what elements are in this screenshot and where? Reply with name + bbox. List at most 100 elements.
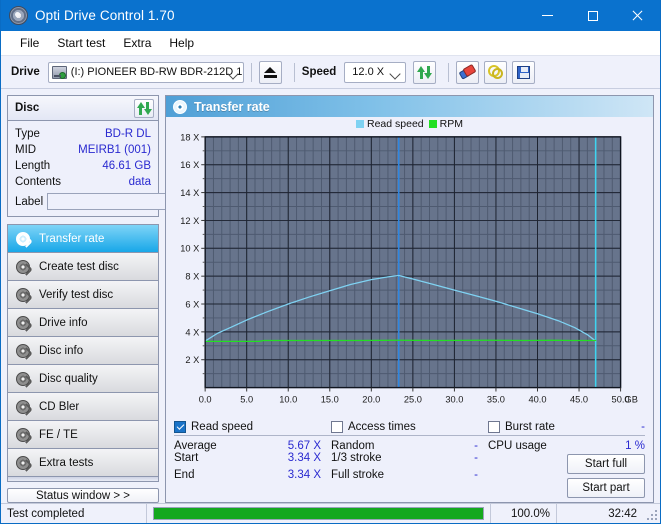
stat-average-value: 5.67 X [288, 440, 321, 452]
stat-start-key: Start [174, 452, 198, 464]
disc-row-mid: MID MEIRB1 (001) [15, 142, 151, 158]
eject-button[interactable] [259, 61, 282, 84]
toolbar-divider-1 [251, 63, 252, 82]
start-full-button[interactable]: Start full [567, 454, 645, 474]
svg-text:10.0: 10.0 [279, 394, 297, 404]
svg-text:0.0: 0.0 [199, 394, 212, 404]
chart-legend: Read speed RPM [166, 117, 653, 131]
disc-quality-icon [16, 372, 30, 386]
access-times-checkbox[interactable] [331, 421, 343, 433]
elapsed-time: 32:42 [557, 504, 643, 523]
sidebar-item-label: Disc quality [39, 373, 98, 385]
resize-grip[interactable] [645, 508, 657, 520]
nav-spacer [8, 476, 158, 481]
save-icon [517, 66, 530, 79]
stat-start-value: 3.34 X [288, 452, 321, 464]
burst-rate-checkbox[interactable] [488, 421, 500, 433]
svg-text:4 X: 4 X [185, 327, 199, 337]
cd-bler-icon [16, 400, 30, 414]
svg-text:18 X: 18 X [180, 132, 199, 142]
disc-panel-header: Disc [8, 96, 158, 121]
menu-item-help[interactable]: Help [160, 33, 203, 53]
menu-bar: File Start test Extra Help [1, 31, 660, 56]
sidebar-item-verify-test-disc[interactable]: Verify test disc [8, 280, 158, 308]
progress-percent: 100.0% [491, 504, 557, 523]
legend-label: Read speed [367, 118, 424, 130]
sidebar-item-label: Create test disc [39, 261, 119, 273]
access-times-checkbox-label: Access times [348, 421, 416, 433]
burst-rate-value: - [641, 421, 645, 433]
status-window-button[interactable]: Status window > > [7, 488, 159, 503]
refresh-icon [137, 101, 152, 116]
sidebar-item-cd-bler[interactable]: CD Bler [8, 392, 158, 420]
svg-text:14 X: 14 X [180, 188, 199, 198]
refresh-icon [417, 65, 432, 80]
sidebar-item-label: Extra tests [39, 457, 93, 469]
disc-row-mid-value: MEIRB1 (001) [78, 144, 151, 156]
speed-select[interactable]: 12.0 X [344, 62, 406, 83]
stat-one-third-stroke: 1/3 stroke - [331, 452, 488, 464]
stat-cpu-usage-key: CPU usage [488, 440, 547, 452]
close-button[interactable] [615, 0, 660, 31]
disc-speed-icon [16, 232, 30, 246]
disc-row-length-key: Length [15, 160, 50, 172]
window-title: Opti Drive Control 1.70 [35, 8, 175, 23]
read-speed-checkbox-label: Read speed [191, 421, 253, 433]
sidebar-item-label: Disc info [39, 345, 83, 357]
stat-start: Start 3.34 X [174, 452, 331, 464]
drive-info-icon [16, 316, 30, 330]
disc-row-contents-key: Contents [15, 176, 61, 188]
sidebar-item-drive-info[interactable]: Drive info [8, 308, 158, 336]
menu-item-file[interactable]: File [11, 33, 48, 53]
sidebar-item-label: CD Bler [39, 401, 79, 413]
sidebar-item-disc-info[interactable]: Disc info [8, 336, 158, 364]
svg-text:6 X: 6 X [185, 299, 199, 309]
sidebar-item-fe-te[interactable]: FE / TE [8, 420, 158, 448]
sidebar-item-transfer-rate[interactable]: Transfer rate [8, 224, 158, 252]
stat-average-key: Average [174, 440, 217, 452]
minimize-button[interactable] [525, 0, 570, 31]
disc-info-rows: Type BD-R DL MID MEIRB1 (001) Length 46.… [8, 121, 158, 216]
title-bar: Opti Drive Control 1.70 [1, 0, 660, 31]
speed-label: Speed [302, 66, 337, 78]
read-speed-checkbox[interactable] [174, 421, 186, 433]
svg-text:40.0: 40.0 [528, 394, 546, 404]
status-message: Test completed [1, 504, 147, 523]
save-button[interactable] [512, 61, 535, 84]
disc-refresh-button[interactable] [134, 99, 154, 118]
stats-row-2: Start 3.34 X 1/3 stroke - End 3.34 [174, 452, 645, 498]
burst-rate-checkbox-label: Burst rate [505, 421, 555, 433]
toolbar: Drive (I:) PIONEER BD-RW BDR-212D 1.03 S… [1, 56, 660, 89]
sidebar-item-create-test-disc[interactable]: Create test disc [8, 252, 158, 280]
start-part-button[interactable]: Start part [567, 478, 645, 498]
svg-text:30.0: 30.0 [445, 394, 463, 404]
refresh-button[interactable] [413, 61, 436, 84]
menu-item-start-test[interactable]: Start test [48, 33, 114, 53]
tools-button[interactable] [484, 61, 507, 84]
svg-text:12 X: 12 X [180, 216, 199, 226]
drive-select-value: (I:) PIONEER BD-RW BDR-212D 1.03 [71, 66, 243, 78]
sidebar-item-disc-quality[interactable]: Disc quality [8, 364, 158, 392]
svg-text:16 X: 16 X [180, 160, 199, 170]
window-controls [525, 0, 660, 31]
stat-random-value: - [474, 440, 478, 452]
sidebar-item-extra-tests[interactable]: Extra tests [8, 448, 158, 476]
stat-end-value: 3.34 X [288, 469, 321, 481]
disc-row-type: Type BD-R DL [15, 126, 151, 142]
menu-item-extra[interactable]: Extra [114, 33, 160, 53]
tools-icon [488, 65, 503, 80]
toolbar-divider-2 [294, 63, 295, 82]
disc-row-contents-value: data [129, 176, 151, 188]
drive-select[interactable]: (I:) PIONEER BD-RW BDR-212D 1.03 [48, 62, 244, 83]
erase-button[interactable] [456, 61, 479, 84]
disc-row-length-value: 46.61 GB [102, 160, 151, 172]
stat-random: Random - [331, 440, 488, 452]
stat-end-key: End [174, 469, 194, 481]
disc-label-row: Label [15, 193, 151, 210]
maximize-button[interactable] [570, 0, 615, 31]
stat-cpu-usage: CPU usage 1 % [488, 440, 645, 452]
disc-panel-title: Disc [15, 102, 39, 114]
minimize-icon [542, 15, 553, 16]
legend-swatch [356, 120, 364, 128]
legend-swatch [429, 120, 437, 128]
